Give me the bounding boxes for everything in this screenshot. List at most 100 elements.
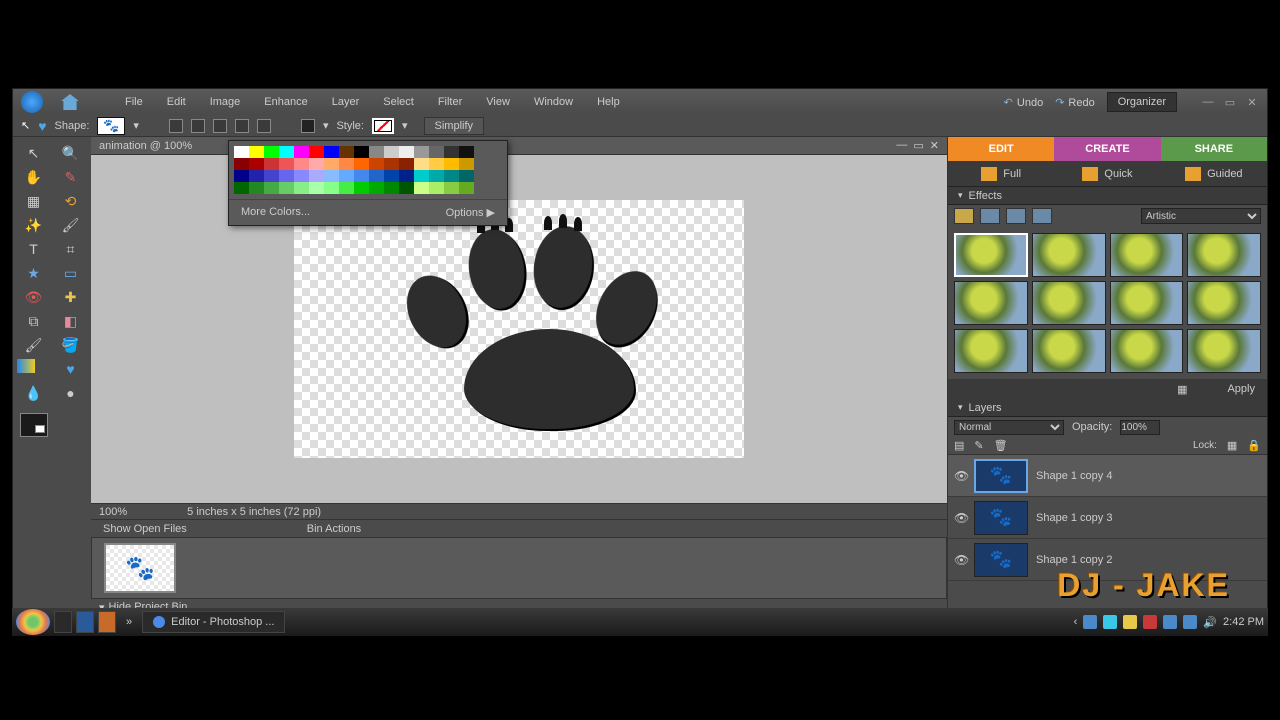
layer-styles-icon[interactable] <box>980 208 1000 224</box>
lasso-tool-icon[interactable]: ⟲ <box>54 191 87 211</box>
doc-min-icon[interactable]: — <box>896 139 907 152</box>
geometry-opt-4[interactable] <box>235 119 249 133</box>
volume-icon[interactable]: 🔊 <box>1203 616 1217 629</box>
effects-category-select[interactable]: Artistic <box>1141 208 1261 224</box>
paw-shape[interactable] <box>369 214 669 444</box>
color-swatch[interactable] <box>264 158 279 170</box>
color-swatch[interactable] <box>339 158 354 170</box>
maximize-icon[interactable]: ▭ <box>1223 96 1237 108</box>
redeye-tool-icon[interactable]: 👁 <box>17 287 50 307</box>
color-swatch[interactable] <box>369 146 384 158</box>
menu-select[interactable]: Select <box>373 92 424 112</box>
color-swatch[interactable] <box>429 182 444 194</box>
delete-layer-icon[interactable]: 🗑 <box>994 439 1008 452</box>
type-tool-icon[interactable]: T <box>17 239 50 259</box>
color-swatch[interactable] <box>339 182 354 194</box>
color-swatch[interactable] <box>324 158 339 170</box>
color-swatch[interactable] <box>339 170 354 182</box>
geometry-opt-1[interactable] <box>169 119 183 133</box>
color-swatches[interactable] <box>17 413 87 447</box>
bin-actions[interactable]: Bin Actions <box>307 523 361 535</box>
redo-button[interactable]: Redo <box>1055 96 1095 109</box>
doc-close-icon[interactable]: ✕ <box>930 139 939 152</box>
subtab-guided[interactable]: Guided <box>1161 161 1267 186</box>
color-swatch[interactable] <box>399 170 414 182</box>
color-swatch[interactable] <box>249 158 264 170</box>
canvas[interactable] <box>294 200 744 458</box>
document-tab[interactable]: animation @ 100% —▭✕ <box>91 137 947 155</box>
healing-tool-icon[interactable]: ✚ <box>54 287 87 307</box>
crop-tool-icon[interactable]: ⌗ <box>54 239 87 259</box>
color-swatch[interactable] <box>384 146 399 158</box>
tray-icon[interactable] <box>1143 615 1157 629</box>
geometry-opt-5[interactable] <box>257 119 271 133</box>
effect-thumb[interactable] <box>1187 281 1261 325</box>
brush-tool-icon[interactable]: 🖌 <box>17 335 50 355</box>
color-swatch[interactable] <box>279 158 294 170</box>
zoom-tool-icon[interactable]: 🔍 <box>54 143 87 163</box>
color-swatch[interactable] <box>279 146 294 158</box>
color-swatch[interactable] <box>444 170 459 182</box>
color-swatch[interactable] <box>264 170 279 182</box>
color-swatch[interactable] <box>399 182 414 194</box>
layer-row[interactable]: 👁🐾Shape 1 copy 3 <box>948 497 1267 539</box>
quicklaunch-expand-icon[interactable]: » <box>126 616 132 628</box>
all-icon[interactable] <box>1032 208 1052 224</box>
color-swatch[interactable] <box>369 158 384 170</box>
menu-layer[interactable]: Layer <box>322 92 370 112</box>
layer-row[interactable]: 👁🐾Shape 1 copy 4 <box>948 455 1267 497</box>
tab-create[interactable]: CREATE <box>1054 137 1160 161</box>
effect-thumb[interactable] <box>1032 281 1106 325</box>
quicklaunch-firefox-icon[interactable] <box>98 611 116 633</box>
taskbar-app[interactable]: Editor - Photoshop ... <box>142 611 285 633</box>
more-colors-button[interactable]: More Colors... <box>241 206 310 219</box>
simplify-button[interactable]: Simplify <box>424 117 485 135</box>
color-swatch[interactable] <box>234 182 249 194</box>
app-logo-icon[interactable] <box>21 91 43 113</box>
effect-thumb[interactable] <box>1110 233 1184 277</box>
start-button-icon[interactable] <box>16 609 50 635</box>
color-swatch[interactable] <box>459 158 474 170</box>
layers-panel-title[interactable]: Layers <box>948 399 1267 417</box>
color-swatch[interactable] <box>459 146 474 158</box>
color-swatch[interactable] <box>279 182 294 194</box>
style-picker[interactable] <box>372 118 394 134</box>
color-swatch[interactable] <box>414 146 429 158</box>
color-swatch[interactable] <box>234 146 249 158</box>
menu-help[interactable]: Help <box>587 92 630 112</box>
tray-icon[interactable] <box>1123 615 1137 629</box>
color-swatch[interactable] <box>429 158 444 170</box>
opacity-input[interactable] <box>1120 420 1160 435</box>
magic-wand-tool-icon[interactable]: ✨ <box>17 215 50 235</box>
gradient-tool-icon[interactable] <box>17 359 35 373</box>
color-swatch[interactable] <box>399 146 414 158</box>
filters-icon[interactable] <box>954 208 974 224</box>
geometry-opt-2[interactable] <box>191 119 205 133</box>
effect-thumb[interactable] <box>954 281 1028 325</box>
tray-icon[interactable] <box>1083 615 1097 629</box>
style-dropdown-icon[interactable]: ▾ <box>402 119 408 132</box>
show-open-files[interactable]: Show Open Files <box>103 523 187 535</box>
color-swatch[interactable] <box>279 170 294 182</box>
menu-window[interactable]: Window <box>524 92 583 112</box>
color-swatch[interactable] <box>294 170 309 182</box>
layer-name[interactable]: Shape 1 copy 4 <box>1036 470 1112 482</box>
new-layer-icon[interactable]: ▤ <box>954 439 964 452</box>
color-swatch[interactable] <box>414 158 429 170</box>
color-swatch[interactable] <box>309 182 324 194</box>
eraser-tool-icon[interactable]: ◧ <box>54 311 87 331</box>
color-swatch[interactable] <box>234 158 249 170</box>
photo-effects-icon[interactable] <box>1006 208 1026 224</box>
color-swatch[interactable] <box>459 182 474 194</box>
color-swatch[interactable] <box>309 170 324 182</box>
trash-icon[interactable]: ▦ <box>1177 383 1187 396</box>
move-tool-icon[interactable]: ↖ <box>17 143 50 163</box>
menu-enhance[interactable]: Enhance <box>254 92 317 112</box>
color-swatch[interactable] <box>444 158 459 170</box>
tray-icon[interactable] <box>1163 615 1177 629</box>
color-swatch[interactable] <box>324 170 339 182</box>
effects-panel-title[interactable]: Effects <box>948 187 1267 205</box>
blend-mode-select[interactable]: Normal <box>954 420 1064 435</box>
color-swatch[interactable] <box>459 170 474 182</box>
zoom-level[interactable]: 100% <box>99 506 127 518</box>
